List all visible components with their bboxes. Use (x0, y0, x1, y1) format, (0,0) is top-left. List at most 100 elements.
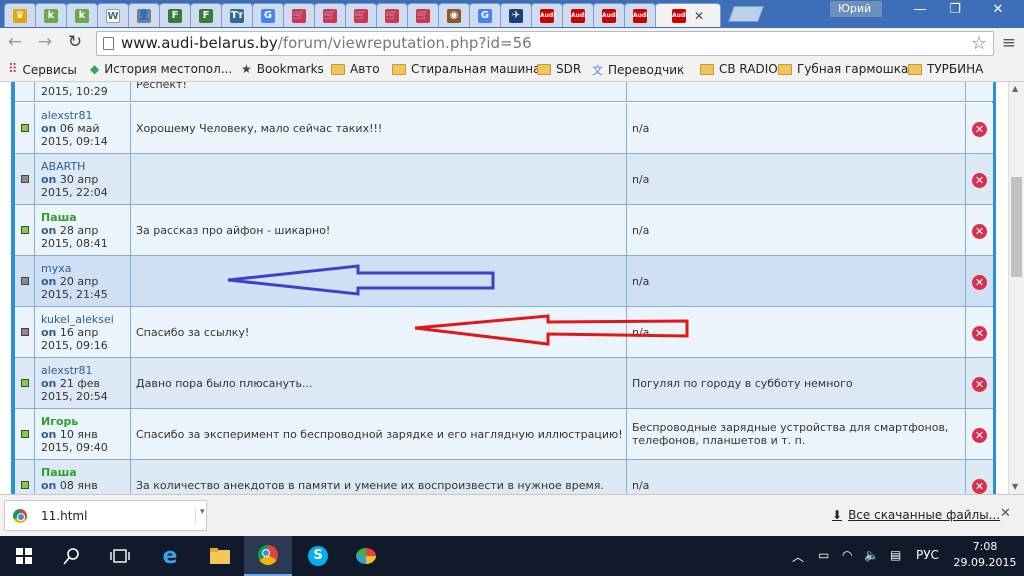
scroll-up-icon[interactable]: ▲ (1012, 84, 1018, 93)
minimize-button[interactable]: — (900, 2, 940, 17)
paint-icon (356, 548, 376, 564)
clock[interactable]: 7:08 29.09.2015 (950, 539, 1020, 571)
browser-tab[interactable]: k (66, 3, 98, 27)
maximize-button[interactable]: ❐ (935, 2, 975, 17)
browser-tab[interactable]: F (190, 3, 222, 27)
table-row: Паша on 28 апр 2015, 08:41 За рассказ про а… (15, 205, 993, 256)
tab-close-icon[interactable]: ✕ (694, 9, 704, 23)
maps-icon: ◆ (90, 62, 100, 76)
reputation-user-link[interactable]: kukel_aleksei (41, 313, 130, 326)
delete-icon[interactable]: ✕ (972, 224, 987, 239)
browser-tab[interactable]: 🛒 (283, 3, 315, 27)
start-button[interactable] (0, 536, 48, 576)
bookmark-item[interactable]: Губная гармошка (778, 62, 908, 76)
reputation-user-link[interactable]: Паша (41, 211, 130, 224)
reputation-user-link[interactable]: alexstr81 (41, 364, 130, 377)
page-scrollbar[interactable]: ▲ ▼ (1008, 82, 1024, 494)
browser-tab[interactable]: F (159, 3, 191, 27)
delete-icon[interactable]: ✕ (972, 428, 987, 443)
browser-tab[interactable]: k (35, 3, 67, 27)
delete-icon[interactable]: ✕ (972, 326, 987, 341)
taskbar-skype[interactable]: S (294, 536, 342, 576)
browser-tab[interactable]: 🛒 (314, 3, 346, 27)
translate-icon: 文 (592, 64, 603, 77)
forward-button[interactable]: → (34, 32, 56, 52)
scroll-thumb[interactable] (1011, 177, 1022, 277)
volume-icon[interactable]: 🔈 (864, 548, 879, 562)
user-status-icon (21, 277, 29, 285)
browser-tab[interactable]: 🛒 (345, 3, 377, 27)
taskbar-paint[interactable] (342, 536, 390, 576)
task-view-button[interactable] (96, 536, 144, 576)
browser-tab[interactable]: 🛒 (407, 3, 439, 27)
close-download-bar-button[interactable]: ✕ (1000, 506, 1011, 521)
browser-tab[interactable]: 👤 (128, 3, 160, 27)
browser-tab[interactable]: Tт (221, 3, 253, 27)
menu-icon[interactable]: ≡ (1002, 33, 1016, 53)
delete-icon[interactable]: ✕ (972, 377, 987, 392)
bookmark-star-icon[interactable]: ☆ (971, 32, 987, 55)
tray-expand-icon[interactable]: ︿ (792, 548, 804, 565)
reputation-user-link[interactable]: myxa (41, 262, 130, 275)
active-tab[interactable]: Audi ✕ (655, 3, 721, 27)
taskbar-edge[interactable]: e (146, 536, 194, 576)
download-options-icon[interactable]: ▾ (195, 507, 205, 525)
reputation-user-link[interactable]: Паша (41, 466, 130, 479)
browser-tab[interactable]: Audi (593, 3, 625, 27)
taskbar-explorer[interactable] (196, 536, 244, 576)
new-tab-button[interactable] (728, 6, 764, 22)
bookmark-item[interactable]: 文 Переводчик (592, 62, 684, 78)
bookmark-item[interactable]: CB RADIO (700, 62, 778, 76)
battery-icon[interactable]: ▭ (818, 548, 829, 562)
wifi-icon[interactable]: ◠ (842, 548, 852, 562)
taskbar-chrome[interactable] (244, 536, 292, 576)
browser-tab[interactable]: G (469, 3, 501, 27)
row-date-year: 2015, 08:41 (41, 237, 108, 250)
address-bar[interactable]: www.audi-belarus.by/forum/viewreputation… (96, 31, 994, 56)
delete-icon[interactable]: ✕ (972, 122, 987, 137)
close-window-button[interactable]: ✕ (978, 2, 1018, 17)
delete-icon[interactable]: ✕ (972, 479, 987, 494)
browser-tab[interactable]: G (252, 3, 284, 27)
browser-tab[interactable]: 🛒 (376, 3, 408, 27)
delete-icon[interactable]: ✕ (972, 173, 987, 188)
reputation-user-link[interactable]: Игорь (41, 415, 130, 428)
profile-badge[interactable]: Юрий (830, 1, 882, 17)
browser-tab[interactable]: ♛ (4, 3, 36, 27)
reload-button[interactable]: ↻ (64, 32, 86, 52)
table-row: kukel_aleksei on 16 апр 2015, 09:16 Спасибо… (15, 307, 993, 358)
browser-tab[interactable]: Audi (562, 3, 594, 27)
browser-tab[interactable]: W (97, 3, 129, 27)
bookmark-item[interactable]: SDR (537, 62, 581, 76)
user-status-icon (21, 226, 29, 234)
clock-date: 29.09.2015 (953, 556, 1017, 569)
tab-favicon-icon: ♛ (13, 8, 27, 23)
bookmark-item[interactable]: Стиральная машина (392, 62, 541, 76)
delete-icon[interactable]: ✕ (972, 275, 987, 290)
scroll-down-icon[interactable]: ▼ (1012, 482, 1018, 491)
reputation-user-link[interactable]: ABARTH (41, 160, 130, 173)
browser-tab[interactable]: ✈ (500, 3, 532, 27)
language-indicator[interactable]: РУС (916, 548, 939, 562)
tab-favicon-icon: W (106, 8, 120, 23)
download-item[interactable]: 11.html ▾ (4, 500, 207, 531)
row-comment (131, 256, 627, 306)
reputation-user-link[interactable]: alexstr81 (41, 109, 130, 122)
search-button[interactable] (48, 536, 96, 576)
bookmark-item[interactable]: ТУРБИНА (908, 62, 983, 76)
on-label: on (41, 479, 57, 492)
bookmark-item[interactable]: Авто (331, 62, 380, 76)
row-comment: Хорошему Человеку, мало сейчас таких!!! (131, 103, 627, 153)
notifications-icon[interactable]: ▤ (890, 548, 901, 562)
tab-favicon-icon: k (44, 8, 58, 23)
browser-tab[interactable]: Audi (624, 3, 656, 27)
browser-tab[interactable]: Audi (531, 3, 563, 27)
bookmark-item[interactable]: ⠿ Сервисы (8, 62, 77, 77)
table-row: alexstr81 on 06 май 2015, 09:14 Хорошему Че… (15, 103, 993, 154)
bookmark-item[interactable]: ★ Bookmarks (241, 62, 324, 76)
back-button[interactable]: ← (4, 32, 26, 52)
browser-tab[interactable]: ◉ (438, 3, 470, 27)
bookmark-item[interactable]: ◆ История местопол... (90, 62, 232, 76)
clock-time: 7:08 (972, 540, 998, 553)
all-downloads-link[interactable]: ⬇ Все скачанные файлы... (832, 508, 1000, 522)
